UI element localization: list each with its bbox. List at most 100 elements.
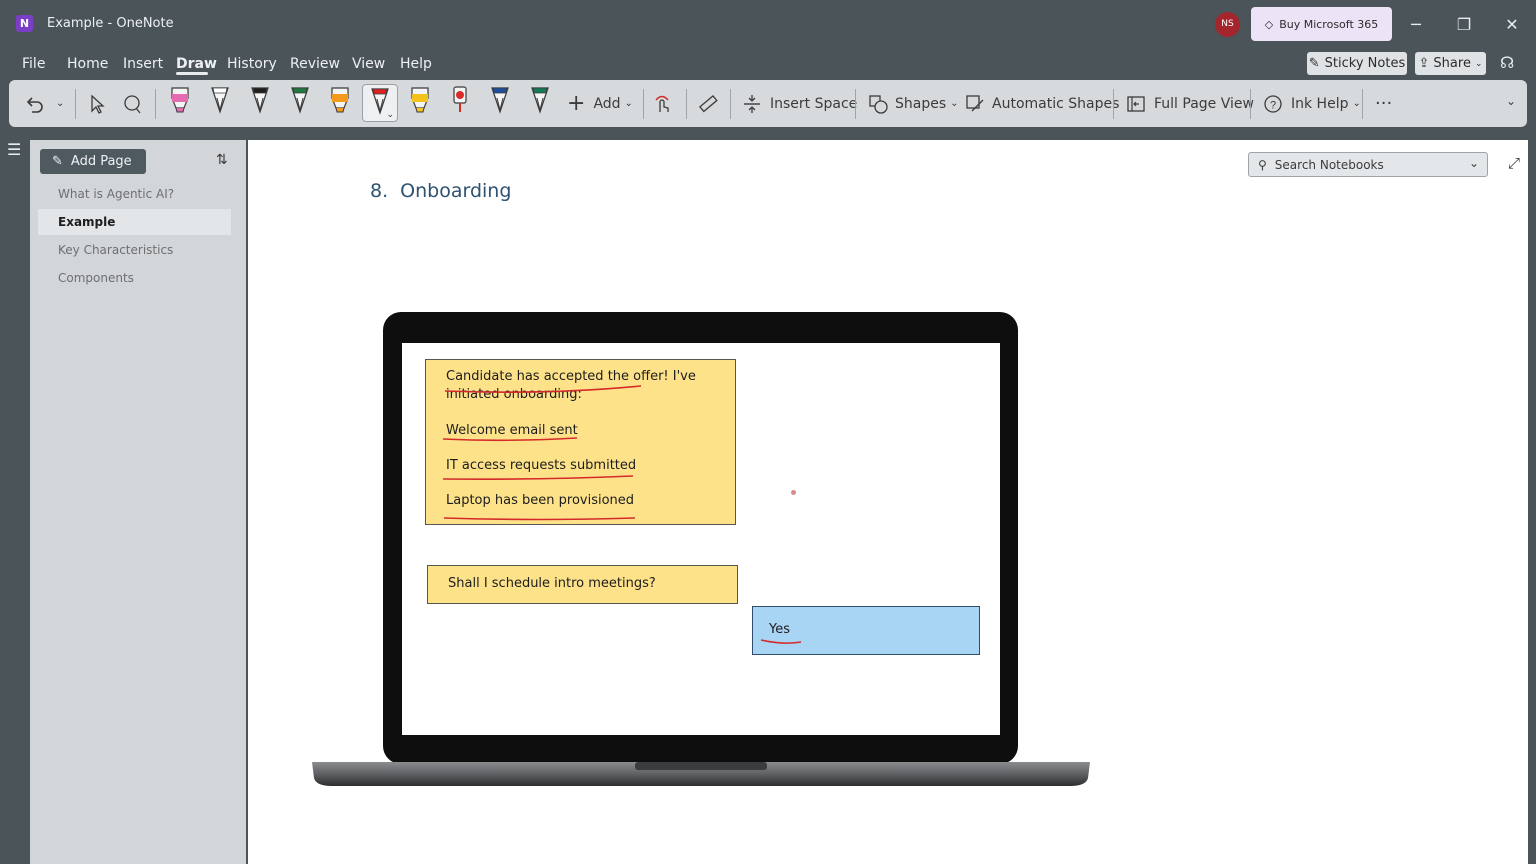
full-page-view-icon bbox=[1127, 95, 1145, 112]
ruler-icon bbox=[699, 94, 718, 112]
touch-draw-button[interactable] bbox=[652, 80, 674, 127]
add-page-button[interactable]: ✎ Add Page bbox=[40, 149, 146, 174]
undo-button[interactable] bbox=[23, 80, 45, 127]
ribbon-separator bbox=[730, 89, 731, 119]
ribbon-separator bbox=[1113, 89, 1114, 119]
full-page-view-label: Full Page View bbox=[1154, 95, 1254, 112]
title-bar: N Example - OneNote NS ◇ Buy Microsoft 3… bbox=[0, 0, 1536, 48]
ribbon-separator bbox=[686, 89, 687, 119]
help-icon: ? bbox=[1264, 94, 1282, 113]
more-options-button[interactable]: ··· bbox=[1375, 80, 1392, 127]
automatic-shapes-label: Automatic Shapes bbox=[992, 95, 1120, 112]
page-canvas[interactable]: ⚲ Search Notebooks ⌄ ⤢ 8. Onboarding Cand… bbox=[248, 140, 1528, 864]
green-pen-icon bbox=[291, 87, 309, 114]
ink-dot bbox=[791, 490, 796, 495]
add-page-icon: ✎ bbox=[52, 154, 63, 169]
restore-button[interactable]: ❐ bbox=[1444, 9, 1484, 39]
shapes-button[interactable]: Shapes ⌄ bbox=[867, 80, 959, 127]
black-pen-button[interactable] bbox=[242, 84, 278, 122]
share-button[interactable]: ⇪ Share ⌄ bbox=[1415, 52, 1486, 75]
orange-highlighter-button[interactable] bbox=[322, 84, 358, 122]
undo-dropdown[interactable]: ⌄ bbox=[56, 80, 64, 127]
lasso-icon bbox=[124, 94, 141, 113]
insert-space-icon bbox=[744, 94, 760, 113]
ink-underline-laptop bbox=[443, 517, 636, 521]
teal-pen-icon bbox=[531, 87, 549, 114]
sticky-note-icon: ✎ bbox=[1308, 56, 1320, 71]
sticky-notes-button[interactable]: ✎ Sticky Notes bbox=[1307, 52, 1407, 75]
menu-draw[interactable]: Draw bbox=[176, 56, 217, 72]
ink-underline-offer bbox=[444, 385, 642, 394]
ribbon-separator bbox=[1250, 89, 1251, 119]
sort-icon[interactable]: ⇅ bbox=[216, 152, 228, 168]
menu-review[interactable]: Review bbox=[290, 56, 340, 72]
ink-help-button[interactable]: ? Ink Help ⌄ bbox=[1263, 80, 1361, 127]
lasso-select-button[interactable] bbox=[87, 80, 107, 127]
green-pen-button[interactable] bbox=[282, 84, 318, 122]
page-item-components[interactable]: Components bbox=[38, 265, 231, 291]
automatic-shapes-icon bbox=[966, 94, 984, 111]
chevron-down-icon: ⌄ bbox=[624, 98, 633, 109]
red-marker-button[interactable] bbox=[442, 84, 478, 122]
ink-underline-yes bbox=[760, 639, 802, 644]
shapes-icon bbox=[869, 94, 888, 114]
shapes-label: Shapes bbox=[895, 95, 947, 112]
share-label: Share bbox=[1433, 56, 1471, 71]
avatar[interactable]: NS bbox=[1215, 12, 1240, 37]
ribbon-separator bbox=[1362, 89, 1363, 119]
page-item-example[interactable]: Example bbox=[38, 209, 231, 235]
automatic-shapes-button[interactable]: Automatic Shapes bbox=[964, 80, 1119, 127]
ruler-button[interactable] bbox=[697, 80, 719, 127]
insert-space-button[interactable]: Insert Space bbox=[742, 80, 857, 127]
active-tab-indicator bbox=[176, 72, 208, 75]
full-page-view-button[interactable]: Full Page View bbox=[1126, 80, 1254, 127]
ink-layer bbox=[442, 385, 802, 644]
menu-home[interactable]: Home bbox=[67, 56, 108, 72]
page-item-key-characteristics[interactable]: Key Characteristics bbox=[38, 237, 231, 263]
black-pen-icon bbox=[251, 87, 269, 114]
draw-ribbon: ⌄ ⌄ + Add ⌄ Insert Space Shapes ⌄ Automa… bbox=[9, 80, 1527, 127]
menu-file[interactable]: File bbox=[22, 56, 45, 72]
ribbon-separator bbox=[643, 89, 644, 119]
add-pen-button[interactable]: + Add ⌄ bbox=[567, 80, 633, 127]
ribbon-separator bbox=[75, 89, 76, 119]
chevron-down-icon: ⌄ bbox=[56, 98, 65, 109]
ink-underline-it bbox=[442, 475, 634, 480]
diamond-icon: ◇ bbox=[1264, 17, 1274, 31]
share-icon: ⇪ bbox=[1418, 56, 1430, 71]
yellow-highlighter-icon bbox=[411, 87, 429, 113]
page-list-pane: ✎ Add Page ⇅ What is Agentic AI? Example… bbox=[30, 140, 246, 864]
menu-insert[interactable]: Insert bbox=[123, 56, 163, 72]
buy-microsoft-365-button[interactable]: ◇ Buy Microsoft 365 bbox=[1251, 7, 1392, 41]
ink-help-label: Ink Help bbox=[1291, 95, 1349, 112]
chevron-down-icon: ⌄ bbox=[950, 98, 959, 109]
hamburger-menu-icon[interactable]: ☰ bbox=[7, 140, 21, 159]
yellow-highlighter-button[interactable] bbox=[402, 84, 438, 122]
pink-highlighter-button[interactable] bbox=[162, 84, 198, 122]
pink-highlighter-icon bbox=[171, 87, 189, 113]
ribbon-separator bbox=[155, 89, 156, 119]
menu-help[interactable]: Help bbox=[400, 56, 432, 72]
chevron-down-icon: ⌄ bbox=[1474, 58, 1483, 69]
blue-pen-button[interactable] bbox=[482, 84, 518, 122]
eraser-button[interactable] bbox=[121, 80, 143, 127]
plus-icon: + bbox=[567, 91, 586, 116]
menu-history[interactable]: History bbox=[227, 56, 277, 72]
touch-draw-icon bbox=[655, 95, 669, 112]
red-marker-icon bbox=[453, 86, 467, 112]
page-item-what-is-agentic-ai[interactable]: What is Agentic AI? bbox=[38, 181, 231, 207]
close-button[interactable]: ✕ bbox=[1492, 9, 1532, 39]
add-page-label: Add Page bbox=[70, 154, 132, 169]
ribbon-expand-chevron-icon[interactable]: ⌄ bbox=[1506, 94, 1516, 108]
menu-view[interactable]: View bbox=[352, 56, 385, 72]
chevron-down-icon: ⌄ bbox=[1352, 98, 1361, 109]
orange-highlighter-icon bbox=[331, 87, 349, 113]
minimize-button[interactable]: ─ bbox=[1396, 9, 1436, 39]
feedback-icon[interactable]: ☊ bbox=[1500, 53, 1514, 72]
window-title: Example - OneNote bbox=[47, 16, 174, 31]
red-pen-button[interactable]: ⌄ bbox=[362, 84, 398, 122]
white-pen-button[interactable] bbox=[202, 84, 238, 122]
insert-space-label: Insert Space bbox=[770, 95, 858, 112]
blue-pen-icon bbox=[491, 87, 509, 114]
teal-pen-button[interactable] bbox=[522, 84, 558, 122]
